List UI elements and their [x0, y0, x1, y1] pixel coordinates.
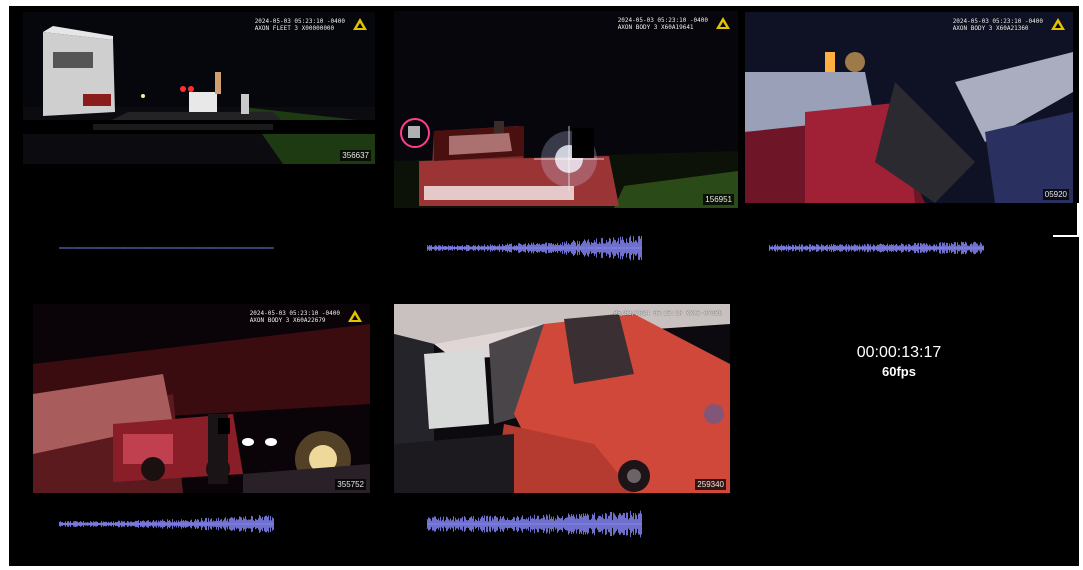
video-frame-body-3: [33, 304, 370, 493]
video-tile-fleet-cam[interactable]: 2024-05-03 05:23:10 -0400 AXON FLEET 3 X0…: [23, 12, 375, 164]
audio-waveform-1: [427, 233, 642, 263]
edge-artifact-inner: [1053, 203, 1077, 235]
timestamp-overlay: 2024-05-03 05:23:10 -0400 AXON FLEET 3 X0…: [254, 18, 345, 32]
multicam-viewer: 2024-05-03 05:23:10 -0400 AXON FLEET 3 X0…: [9, 6, 1079, 566]
audio-waveform-2: [769, 233, 984, 263]
clip-id-label: 259340: [695, 479, 726, 490]
timestamp-overlay: 2024-05-03 05:23:10 -0400 AXON BODY 3 X60…: [952, 18, 1043, 32]
video-tile-body-cam-2[interactable]: 2024-05-03 05:23:10 -0400 AXON BODY 3 X60…: [745, 12, 1073, 203]
axon-delta-icon: [716, 17, 730, 29]
audio-waveform-4: [427, 509, 642, 539]
playback-timecode: 00:00:13:17: [856, 344, 942, 361]
video-tile-body-cam-selected[interactable]: 2024-05-03 05:23:10 -0400 AXON BODY 3 X60…: [394, 11, 738, 208]
video-frame-fleet: [23, 12, 375, 164]
clip-id-label: 356637: [340, 150, 371, 161]
redaction-box: [218, 418, 230, 434]
timestamp-overlay: 2024-05-03 05:23:10 -0400 AXON BODY 3 X60…: [617, 17, 708, 31]
clip-id-label: 05920: [1042, 189, 1069, 200]
clip-id-label: 355752: [335, 479, 366, 490]
audio-waveform-3: [59, 509, 274, 539]
timestamp-overlay: 2024-05-03 05:23:10 -0400 AXON BODY 3 X60…: [249, 310, 340, 324]
audio-waveform-0: [59, 233, 274, 263]
axon-delta-icon: [348, 310, 362, 322]
timestamp-overlay: 05/03/2024 05:23:10 XXX3-07038: [613, 310, 722, 317]
video-frame-body-1: [394, 11, 738, 208]
redaction-box: [572, 128, 594, 158]
frame-rate-label: 60fps: [882, 364, 916, 379]
axon-delta-icon: [353, 18, 367, 30]
video-tile-body-cam-4[interactable]: 05/03/2024 05:23:10 XXX3-07038 259340: [394, 304, 730, 493]
clip-id-label: 156951: [703, 194, 734, 205]
axon-delta-icon: [1051, 18, 1065, 30]
video-frame-body-4: [394, 304, 730, 493]
video-frame-body-2: [745, 12, 1073, 203]
video-tile-body-cam-3[interactable]: 2024-05-03 05:23:10 -0400 AXON BODY 3 X60…: [33, 304, 370, 493]
